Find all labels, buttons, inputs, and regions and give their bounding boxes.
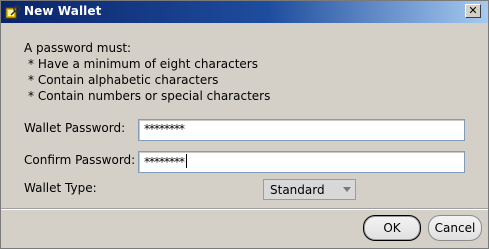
requirement-item: * Have a minimum of eight characters — [28, 57, 258, 71]
wallet-password-label: Wallet Password: — [24, 121, 126, 135]
close-button[interactable]: ✕ — [465, 4, 481, 18]
wallet-password-value: ******** — [144, 122, 185, 136]
wallet-key-icon — [5, 5, 21, 19]
requirement-item: * Contain alphabetic characters — [28, 73, 219, 87]
confirm-password-value: ******** — [144, 154, 187, 169]
confirm-password-input[interactable]: ******** — [138, 151, 465, 173]
confirm-password-label: Confirm Password: — [24, 153, 136, 167]
ok-button[interactable]: OK — [363, 215, 421, 241]
cancel-button[interactable]: Cancel — [428, 215, 482, 241]
wallet-password-input[interactable]: ******** — [138, 119, 465, 141]
requirements-heading: A password must: — [24, 41, 132, 55]
wallet-type-value: Standard — [270, 183, 325, 197]
requirement-item: * Contain numbers or special characters — [28, 89, 271, 103]
wallet-type-select[interactable]: Standard — [263, 179, 356, 200]
text-caret — [186, 154, 187, 168]
new-wallet-dialog: New Wallet ✕ A password must: * Have a m… — [0, 0, 489, 249]
close-icon: ✕ — [468, 4, 478, 17]
confirm-password-text: ******** — [144, 155, 185, 169]
wallet-type-label: Wallet Type: — [24, 181, 97, 195]
title-bar[interactable]: New Wallet ✕ — [1, 1, 488, 23]
chevron-down-icon — [343, 187, 351, 192]
window-title: New Wallet — [24, 4, 102, 18]
divider — [1, 208, 488, 210]
